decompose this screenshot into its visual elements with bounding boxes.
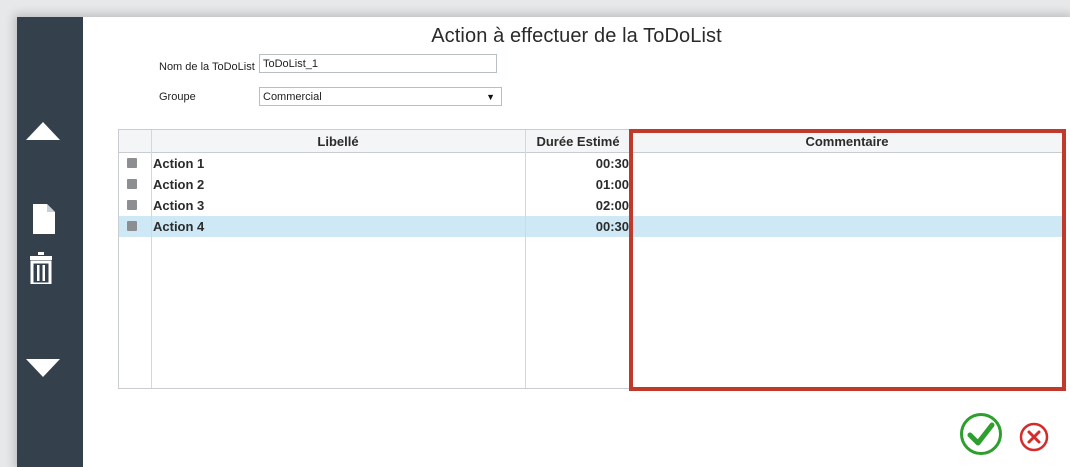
group-select[interactable]: Commercial ▼ [259,87,502,106]
chevron-down-icon: ▼ [486,92,495,102]
arrow-up-icon [26,122,60,140]
trash-icon [30,252,52,286]
new-file-icon [33,204,55,234]
header-marker-column [119,130,151,153]
check-circle-icon [960,413,1002,455]
arrow-down-icon [26,359,60,377]
group-label: Groupe [159,91,196,103]
commentaire-highlight-frame [629,129,1066,391]
header-duree[interactable]: Durée Estimé [526,130,630,153]
group-select-value: Commercial [263,91,322,103]
dialog-window: Action à effectuer de la ToDoList Nom de… [17,17,1070,467]
row-duree: 01:00 [595,177,629,192]
ok-button[interactable] [959,412,1003,456]
row-libelle: Action 1 [153,156,205,171]
move-up-button[interactable] [26,122,60,140]
sidebar [17,17,83,467]
cancel-button[interactable] [1019,422,1049,452]
dialog-title: Action à effectuer de la ToDoList [431,25,722,47]
todolist-name-input[interactable] [259,54,497,73]
row-duree: 00:30 [595,156,629,171]
new-action-button[interactable] [33,204,55,234]
row-marker-icon [127,200,137,210]
column-divider [525,130,526,388]
row-marker-icon [127,158,137,168]
todolist-name-label: Nom de la ToDoList [159,61,255,73]
close-circle-icon [1019,422,1049,452]
row-marker-icon [127,221,137,231]
row-duree: 02:00 [595,198,629,213]
row-libelle: Action 3 [153,198,205,213]
row-duree: 00:30 [595,219,629,234]
delete-action-button[interactable] [28,252,54,286]
row-libelle: Action 2 [153,177,205,192]
row-libelle: Action 4 [153,219,205,234]
header-libelle[interactable]: Libellé [151,130,525,153]
move-down-button[interactable] [26,359,60,377]
column-divider [151,130,152,388]
row-marker-icon [127,179,137,189]
